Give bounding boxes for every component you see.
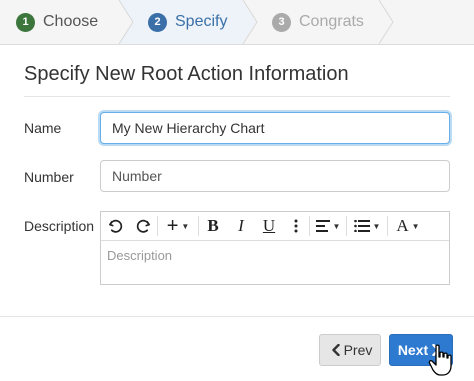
description-editor: + ▼ B I U ▼ ▼ A ▼ Description — [100, 211, 450, 285]
list-icon — [353, 220, 370, 232]
align-left-icon — [315, 220, 330, 232]
step-separator-icon — [118, 0, 134, 44]
name-label: Name — [24, 120, 62, 136]
hand-cursor-icon — [428, 344, 452, 376]
step-separator-icon — [378, 0, 394, 44]
number-label: Number — [24, 169, 74, 185]
prev-label: Prev — [343, 342, 373, 358]
chevron-left-icon — [331, 344, 340, 356]
wizard-steps: 1 Choose 2 Specify 3 Congrats — [0, 0, 474, 45]
step-congrats[interactable]: 3 Congrats — [272, 0, 364, 44]
align-button[interactable]: ▼ — [310, 212, 346, 240]
font-button[interactable]: A ▼ — [388, 212, 428, 240]
number-field[interactable] — [100, 160, 450, 192]
chevron-down-icon: ▼ — [372, 221, 381, 231]
step-label-congrats: Congrats — [299, 13, 364, 30]
list-button[interactable]: ▼ — [347, 212, 387, 240]
page-title: Specify New Root Action Information — [24, 63, 450, 97]
step-label-choose: Choose — [43, 13, 99, 30]
step-choose[interactable]: 1 Choose — [16, 0, 98, 44]
underline-button[interactable]: U — [255, 212, 283, 240]
step-number-3: 3 — [272, 12, 291, 32]
step-separator-icon — [242, 0, 258, 44]
footer-divider — [0, 316, 474, 317]
bold-button[interactable]: B — [199, 212, 227, 240]
description-textarea[interactable]: Description — [101, 241, 449, 270]
chevron-down-icon: ▼ — [332, 221, 341, 231]
step-specify[interactable]: 2 Specify — [148, 0, 227, 44]
step-number-1: 1 — [16, 12, 35, 32]
redo-icon[interactable] — [129, 212, 157, 240]
description-label: Description — [24, 218, 95, 234]
chevron-down-icon: ▼ — [411, 221, 420, 231]
insert-button[interactable]: + ▼ — [158, 212, 198, 240]
chevron-down-icon: ▼ — [181, 221, 190, 231]
italic-button[interactable]: I — [227, 212, 255, 240]
step-label-specify: Specify — [175, 13, 228, 30]
next-label: Next — [397, 342, 429, 358]
insert-label: + — [166, 214, 179, 237]
font-label: A — [396, 216, 409, 235]
step-number-2: 2 — [148, 12, 167, 32]
undo-icon[interactable] — [101, 212, 129, 240]
prev-button[interactable]: Prev — [319, 334, 381, 366]
more-vertical-icon[interactable] — [283, 212, 309, 240]
editor-toolbar: + ▼ B I U ▼ ▼ A ▼ — [101, 212, 449, 241]
name-field[interactable] — [100, 112, 450, 144]
